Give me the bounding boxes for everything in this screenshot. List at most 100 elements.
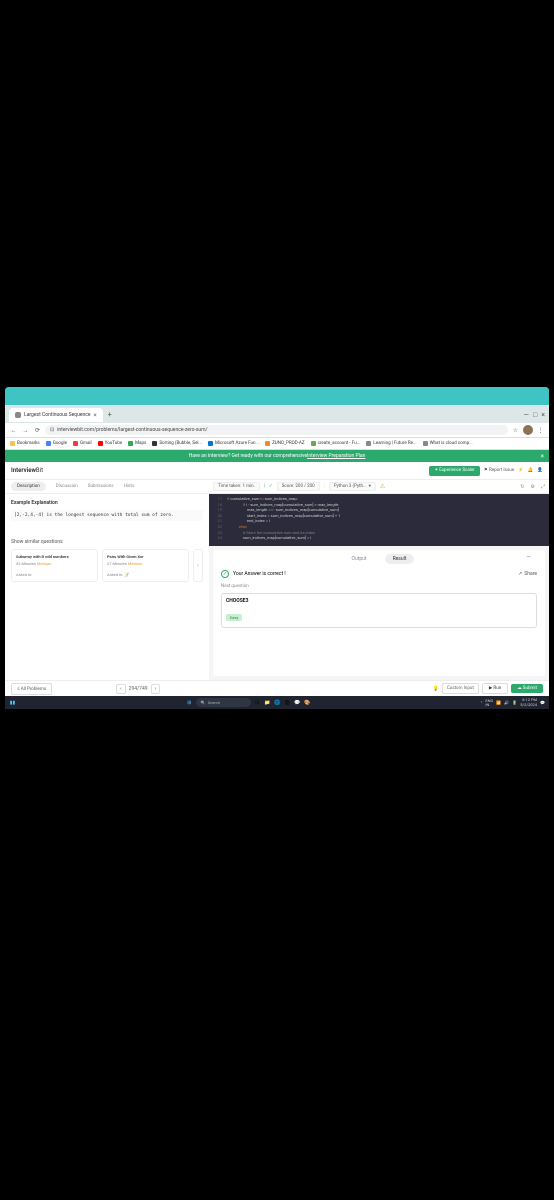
main-content: Description Discussion Submissions Hints… bbox=[5, 480, 549, 680]
forward-icon[interactable]: → bbox=[21, 426, 30, 435]
window-maximize-icon[interactable]: □ bbox=[533, 411, 537, 419]
experience-scaler-button[interactable]: ✦ Experience Scaler bbox=[429, 466, 479, 476]
task-view-icon[interactable]: ⊡ bbox=[254, 699, 261, 706]
prev-problem-button[interactable]: ‹ bbox=[116, 684, 126, 694]
edge-icon[interactable]: 🌐 bbox=[274, 699, 281, 706]
bookmark-item[interactable]: Bookmarks bbox=[10, 441, 40, 446]
chevron-down-icon: ▾ bbox=[369, 484, 371, 489]
back-icon[interactable]: ← bbox=[9, 426, 18, 435]
windows-taskbar: ▮▮ ⊞ 🔍 Search ⊡ 📁 🌐 🛍 💬 🎨 ^ ENG IN 📶 🔊 🔋… bbox=[5, 696, 549, 709]
streak-icon[interactable]: ⚡ bbox=[518, 468, 524, 473]
similar-meta: 52 Minutes Medium bbox=[16, 561, 93, 566]
code-editor[interactable]: 17if cumulative_sum in sum_indices_map: … bbox=[209, 494, 549, 546]
editor-header: Time taken: 1 min. | ✓ Score: 200 / 200 … bbox=[209, 480, 549, 494]
expand-icon[interactable]: ⤢ bbox=[541, 484, 545, 490]
address-bar[interactable]: ⊡ interviewbit.com/problems/largest-cont… bbox=[45, 425, 508, 435]
similar-next-button[interactable]: › bbox=[193, 549, 203, 582]
battery-icon[interactable]: 🔋 bbox=[512, 700, 517, 705]
similar-meta: 27 Minutes Medium bbox=[107, 561, 184, 566]
report-issue-link[interactable]: ⚑ Report Issue bbox=[484, 468, 514, 473]
tab-submissions[interactable]: Submissions bbox=[88, 484, 114, 489]
time-taken-chip: Time taken: 1 min. bbox=[213, 482, 260, 491]
browser-tab[interactable]: Largest Continuous Sequence × bbox=[9, 408, 103, 422]
gmail-icon bbox=[73, 441, 78, 446]
language-dropdown[interactable]: Python 3 (Pyth... ▾ bbox=[329, 482, 376, 491]
bookmark-item[interactable]: Maps bbox=[128, 441, 146, 446]
hint-icon[interactable]: 💡 bbox=[433, 686, 439, 692]
bottom-toolbar: ≡ All Problems ‹ 294/749 › 💡 Custom Inpu… bbox=[5, 680, 549, 696]
similar-questions-row: Subarray with B odd numbers 52 Minutes M… bbox=[11, 549, 203, 582]
reload-icon[interactable]: ⟳ bbox=[33, 426, 42, 435]
new-tab-button[interactable]: + bbox=[105, 411, 115, 419]
app-icon[interactable]: 💬 bbox=[294, 699, 301, 706]
wifi-icon[interactable]: 📶 bbox=[496, 700, 501, 705]
tab-output[interactable]: Output bbox=[344, 554, 375, 564]
similar-card[interactable]: Pairs With Given Xor 27 Minutes Medium A… bbox=[102, 549, 189, 582]
tray-chevron-icon[interactable]: ^ bbox=[481, 700, 483, 705]
bookmark-item[interactable]: Microsoft Azure Fun... bbox=[208, 441, 259, 446]
profile-avatar-icon[interactable] bbox=[523, 425, 533, 435]
editor-panel: Time taken: 1 min. | ✓ Score: 200 / 200 … bbox=[209, 480, 549, 680]
tab-description[interactable]: Description bbox=[11, 482, 46, 491]
bookmark-item[interactable]: Sorting (Bubble, Sel... bbox=[152, 441, 202, 446]
window-titlebar bbox=[5, 387, 549, 405]
bookmark-item[interactable]: YouTube bbox=[98, 441, 122, 446]
promo-banner: Have an interview? Get ready with our co… bbox=[5, 450, 549, 462]
warning-icon[interactable]: ⚠ bbox=[380, 483, 385, 490]
site-info-icon[interactable]: ⊡ bbox=[50, 427, 54, 433]
user-menu-icon[interactable]: 👤 bbox=[537, 468, 543, 473]
bookmark-item[interactable]: ZUNO_PROD-AZ bbox=[265, 441, 305, 446]
explorer-icon[interactable]: 📁 bbox=[264, 699, 271, 706]
bookmark-item[interactable]: Google bbox=[46, 441, 67, 446]
all-problems-button[interactable]: ≡ All Problems bbox=[11, 683, 52, 695]
app-icon[interactable]: 🎨 bbox=[304, 699, 311, 706]
bookmark-item[interactable]: Learning | Future Re... bbox=[366, 441, 416, 446]
page-icon bbox=[366, 441, 371, 446]
example-heading: Example Explanation bbox=[11, 500, 203, 506]
bookmark-item[interactable]: What is cloud comp... bbox=[423, 441, 473, 446]
app-header: InterviewBit ✦ Experience Scaler ⚑ Repor… bbox=[5, 462, 549, 480]
clock[interactable]: 8:12 PM 5/2/2024 bbox=[520, 698, 537, 707]
problem-pagination: ‹ 294/749 › bbox=[116, 684, 160, 694]
bookmark-item[interactable]: create_account - Fu... bbox=[311, 441, 361, 446]
language-indicator[interactable]: ENG IN bbox=[485, 699, 493, 707]
notifications-icon[interactable]: 💬 bbox=[540, 700, 545, 705]
minimize-icon[interactable]: — bbox=[526, 554, 531, 561]
browser-menu-icon[interactable]: ⋮ bbox=[536, 426, 545, 435]
next-question-card[interactable]: CHOOSE3 Easy bbox=[221, 593, 537, 628]
similar-heading: Show similar questions bbox=[11, 539, 203, 545]
tab-result[interactable]: Result bbox=[385, 554, 415, 564]
window-close-icon[interactable]: × bbox=[541, 411, 545, 419]
code-line: 24 sum_indices_map[cumulative_sum] = i bbox=[209, 535, 549, 541]
similar-title: Subarray with B odd numbers bbox=[16, 554, 93, 559]
bookmark-star-icon[interactable]: ☆ bbox=[511, 426, 520, 435]
tab-discussion[interactable]: Discussion bbox=[56, 484, 78, 489]
submit-button[interactable]: ☁ Submit bbox=[511, 684, 543, 693]
bookmarks-bar: Bookmarks Google Gmail YouTube Maps Sort… bbox=[5, 438, 549, 450]
tab-hints[interactable]: Hints bbox=[124, 484, 135, 489]
banner-link[interactable]: Interview Preparation Plan bbox=[307, 453, 365, 459]
next-problem-button[interactable]: › bbox=[151, 684, 161, 694]
banner-close-icon[interactable]: × bbox=[541, 453, 544, 460]
notification-icon[interactable]: 🔔 bbox=[528, 468, 534, 473]
tab-close-icon[interactable]: × bbox=[94, 412, 97, 419]
taskbar-search[interactable]: 🔍 Search bbox=[196, 698, 251, 707]
custom-input-button[interactable]: Custom Input bbox=[442, 683, 479, 694]
tab-favicon bbox=[15, 412, 21, 418]
similar-card[interactable]: Subarray with B odd numbers 52 Minutes M… bbox=[11, 549, 98, 582]
run-button[interactable]: ▶ Run bbox=[482, 683, 508, 694]
reset-icon[interactable]: ↻ bbox=[520, 484, 524, 490]
logo[interactable]: InterviewBit bbox=[11, 467, 43, 474]
url-text: interviewbit.com/problems/largest-contin… bbox=[57, 427, 207, 433]
volume-icon[interactable]: 🔊 bbox=[504, 700, 509, 705]
star-icon bbox=[10, 441, 15, 446]
window-minimize-icon[interactable]: — bbox=[524, 411, 529, 419]
share-button[interactable]: ↗ Share bbox=[518, 571, 537, 577]
start-icon[interactable]: ⊞ bbox=[186, 699, 193, 706]
next-question-label: Next question bbox=[221, 584, 537, 589]
store-icon[interactable]: 🛍 bbox=[284, 699, 291, 706]
azure-icon bbox=[208, 441, 213, 446]
widgets-icon[interactable]: ▮▮ bbox=[9, 699, 16, 706]
bookmark-item[interactable]: Gmail bbox=[73, 441, 92, 446]
settings-icon[interactable]: ⚙ bbox=[531, 484, 535, 490]
